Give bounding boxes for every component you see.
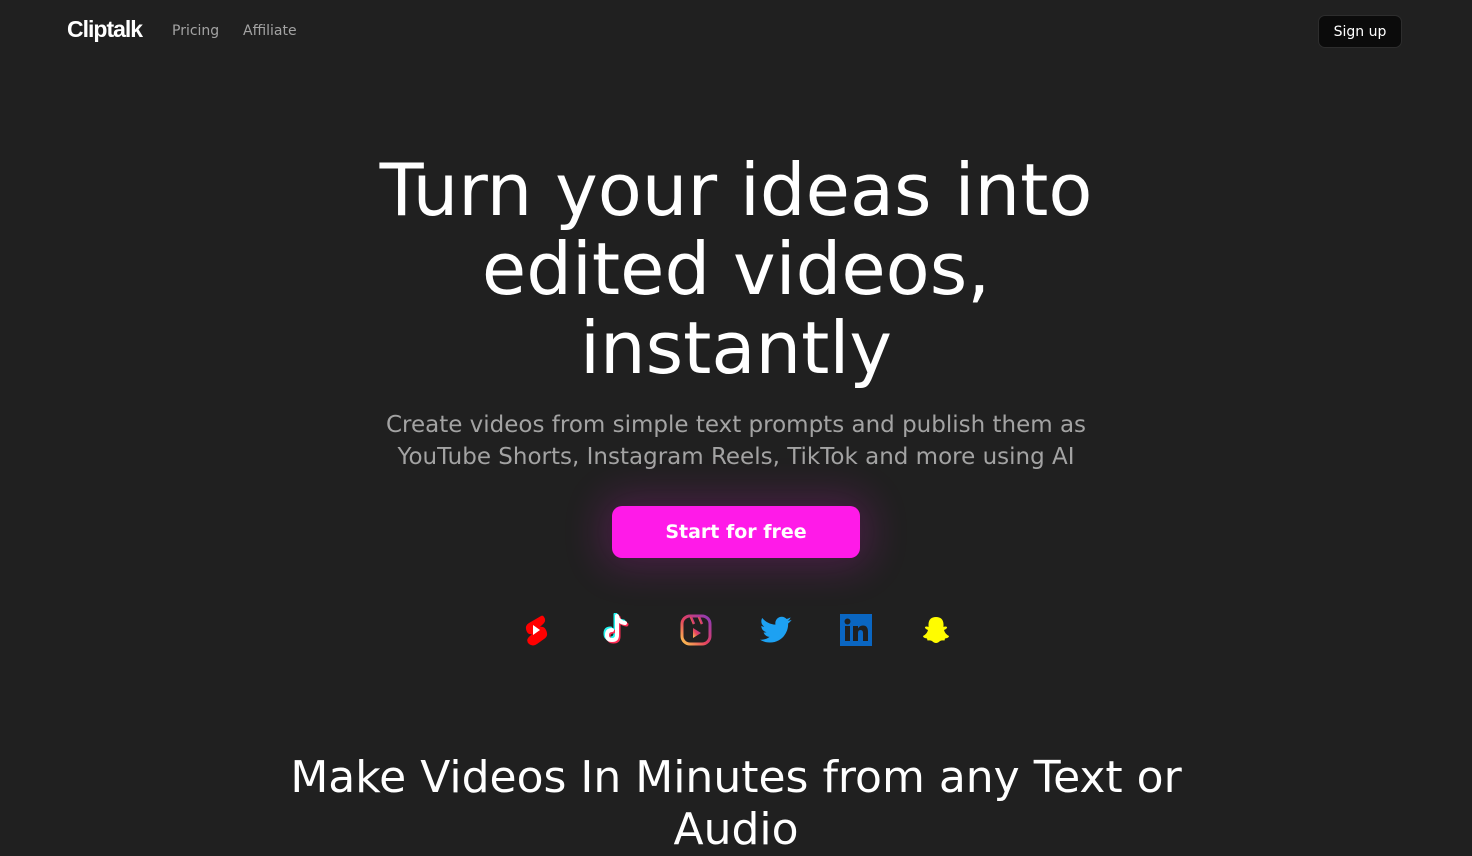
sign-up-button[interactable]: Sign up bbox=[1318, 15, 1402, 48]
cliptalk-logo[interactable]: Cliptalk bbox=[67, 16, 143, 43]
linkedin-icon bbox=[839, 613, 873, 647]
hero-subtitle-line: YouTube Shorts, Instagram Reels, TikTok … bbox=[397, 444, 1075, 470]
nav-link-pricing[interactable]: Pricing bbox=[172, 23, 219, 39]
tiktok-icon bbox=[599, 613, 633, 647]
start-for-free-button[interactable]: Start for free bbox=[612, 506, 860, 558]
hero-title-line: instantly bbox=[580, 306, 892, 390]
hero-title-line: edited videos, bbox=[481, 227, 991, 311]
nav-link-affiliate[interactable]: Affiliate bbox=[243, 23, 297, 39]
snapchat-icon bbox=[919, 613, 953, 647]
youtube-shorts-icon bbox=[519, 613, 553, 647]
twitter-icon bbox=[759, 613, 793, 647]
instagram-reels-icon bbox=[679, 613, 713, 647]
hero-title-line: Turn your ideas into bbox=[379, 148, 1093, 232]
hero-title: Turn your ideas into edited videos, inst… bbox=[236, 151, 1236, 388]
hero-subtitle: Create videos from simple text prompts a… bbox=[336, 409, 1136, 473]
hero-subtitle-line: Create videos from simple text prompts a… bbox=[385, 412, 1087, 438]
top-nav: Cliptalk Pricing Affiliate Sign up bbox=[0, 0, 1472, 64]
